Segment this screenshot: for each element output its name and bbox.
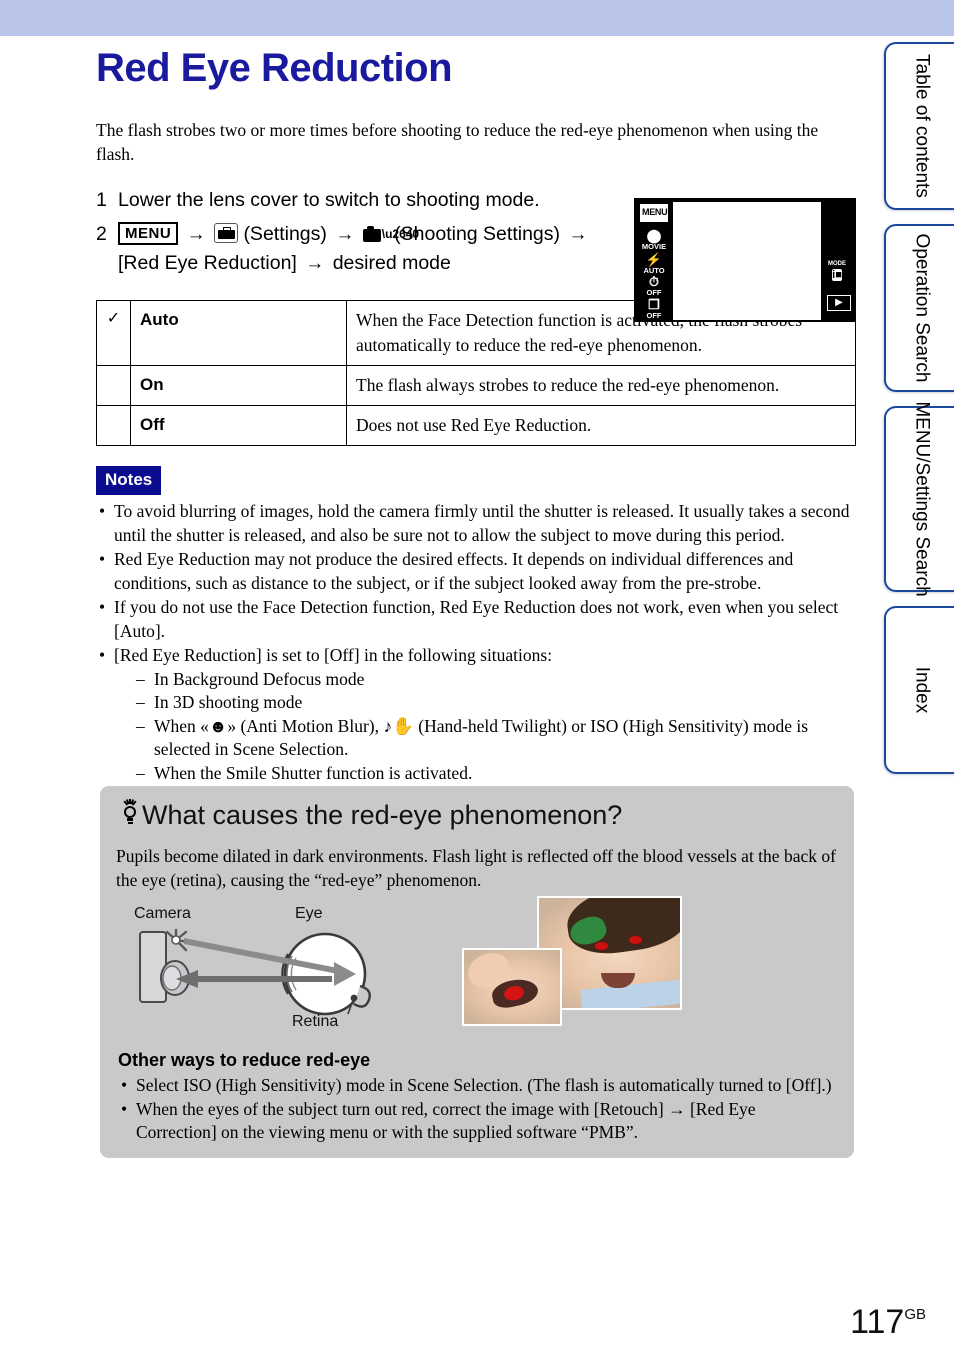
option-description: The flash always strobes to reduce the r… [346,365,856,406]
lcd-screen-area [673,202,821,320]
photo-closeup-red-eye [462,948,562,1026]
side-tab-label: MENU/Settings Search [911,401,933,597]
row-check-cell [96,365,131,406]
document-page: Table of contents Operation Search MENU/… [0,0,954,1369]
page-title: Red Eye Reduction [96,46,453,90]
tip-bullet: Select ISO (High Sensitivity) mode in Sc… [118,1074,836,1098]
tip-subtitle: Other ways to reduce red-eye [118,1050,371,1070]
menu-chip[interactable]: MENU [118,222,179,245]
lcd-icon-label: MOVIE [641,242,667,251]
flash-icon: ⚡ [645,252,663,267]
lightbulb-icon [118,799,142,828]
step-2-tail: desired mode [332,252,451,274]
note-item: [Red Eye Reduction] is set to [Off] in t… [96,644,858,785]
lcd-mode-button[interactable]: MODE i■ [823,261,851,283]
red-eye-photos [462,896,682,1036]
side-tab-menu-settings-search[interactable]: MENU/Settings Search [884,401,954,597]
lcd-flash-auto-icon[interactable]: ⚡ AUTO [639,253,669,275]
notes-badge: Notes [96,466,162,495]
side-tab-operation-search[interactable]: Operation Search [884,224,954,392]
notes-list: To avoid blurring of images, hold the ca… [96,500,858,785]
step-1-number: 1 [96,189,107,211]
tip-title-row: What causes the red-eye phenomenon? [118,798,622,832]
table-row: On The flash always strobes to reduce th… [96,365,856,406]
note-item: Red Eye Reduction may not produce the de… [96,548,858,595]
intelligent-auto-icon: i■ [832,269,842,281]
lcd-icon-label: OFF [646,311,662,320]
page-number-suffix: GB [904,1306,926,1323]
arrow-icon: → [305,253,325,274]
timer-icon: ⏱ [648,274,660,289]
side-tab-strip: Table of contents Operation Search MENU/… [880,42,954,782]
lcd-playback-button[interactable]: ▶ [827,295,851,311]
note-subitem: In 3D shooting mode [136,691,858,715]
default-checkmark-icon: ✓ [96,300,131,366]
step-2-target: [Red Eye Reduction] [118,252,297,274]
row-check-cell [96,405,131,446]
note-item: To avoid blurring of images, hold the ca… [96,500,858,547]
note-item: If you do not use the Face Detection fun… [96,596,858,643]
page-number: 117GB [850,1296,926,1341]
note-subitem: In Background Defocus mode [136,668,858,692]
tip-paragraph: Pupils become dilated in dark environmen… [116,846,836,890]
option-name: Auto [130,300,347,366]
arrow-icon: → [335,224,355,245]
option-name: On [130,365,347,406]
lcd-icon-label: OFF [646,288,662,297]
side-tab-index[interactable]: Index [884,606,954,774]
side-tab-label: Index [911,666,933,714]
tip-box: What causes the red-eye phenomenon? Pupi… [100,786,854,1158]
camera-screen-illustration: MENU ⬤ MOVIE ⚡ AUTO ⏱ OFF ❐ OFF MODE i■ … [634,198,856,322]
lcd-burst-icon[interactable]: ❐ OFF [639,298,669,320]
arrow-icon: → [186,224,206,245]
tip-bullet-list: Select ISO (High Sensitivity) mode in Sc… [118,1074,836,1145]
note-item-text: [Red Eye Reduction] is set to [Off] in t… [114,645,553,665]
toolbox-icon [214,223,239,243]
table-row: Off Does not use Red Eye Reduction. [96,405,856,446]
main-content: Red Eye Reduction The flash strobes two … [96,44,858,786]
camera-icon: \u2640 [362,226,419,243]
side-tab-label: Table of contents [911,54,933,198]
option-description: Does not use Red Eye Reduction. [346,405,856,446]
lcd-menu-button[interactable]: MENU [638,202,670,224]
arrow-icon: → [568,224,588,245]
page-number-value: 117 [850,1303,905,1341]
top-banner [0,0,954,36]
note-subitem: When the Smile Shutter function is activ… [136,762,858,786]
step-2: 2 MENU → (Settings) → \u2640 (Shooting S… [96,220,596,278]
note-sublist: In Background Defocus mode In 3D shootin… [136,668,858,786]
side-tab-label: Operation Search [911,233,933,383]
lcd-self-timer-icon[interactable]: ⏱ OFF [639,275,669,297]
lcd-movie-icon[interactable]: ⬤ MOVIE [639,229,669,251]
tip-title-text: What causes the red-eye phenomenon? [142,800,623,830]
intro-paragraph: The flash strobes two or more times befo… [96,120,819,164]
step-2-settings-label: (Settings) [243,223,327,245]
step-2-number: 2 [96,223,107,245]
movie-icon: ⬤ [646,228,662,243]
step-2-text: MENU → (Settings) → \u2640 (Shooting Set… [118,220,596,278]
diagram-svg [139,928,371,1016]
option-name: Off [130,405,347,446]
tip-bullet: When the eyes of the subject turn out re… [118,1098,836,1145]
red-eye-diagram: Camera Eye Retina [120,904,420,1034]
burst-icon: ❐ [648,297,660,312]
note-subitem: When «☻» (Anti Motion Blur), ♪✋ (Hand-he… [136,715,858,762]
side-tab-table-of-contents[interactable]: Table of contents [884,42,954,210]
lcd-mode-label: MODE [828,261,846,267]
